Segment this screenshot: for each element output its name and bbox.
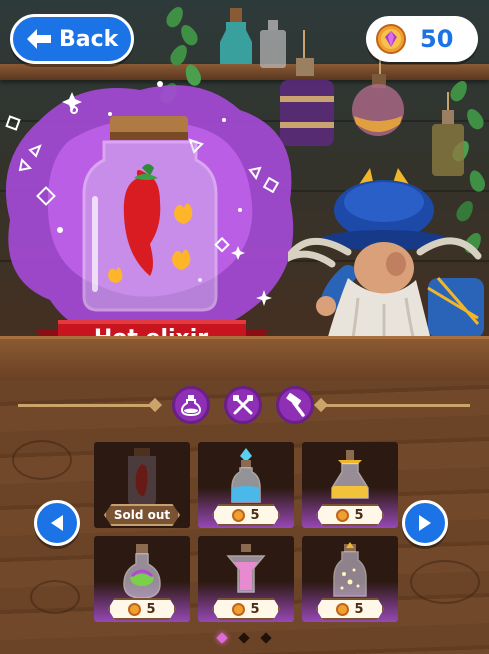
price-value: 5 [250, 507, 260, 523]
sold-out-label: Sold out [113, 508, 171, 522]
hanging-flask-red-icon [352, 50, 404, 136]
shop-counter [0, 336, 489, 380]
category-tools-button[interactable] [224, 386, 262, 424]
price-value: 5 [250, 601, 260, 617]
price-tag: 5 [108, 598, 176, 620]
price-tag: 5 [212, 504, 280, 526]
shop-slot-6[interactable]: 5 [302, 536, 398, 622]
next-page-button[interactable] [402, 500, 448, 546]
category-hammer-button[interactable] [276, 386, 314, 424]
chili-bottle-icon [128, 448, 156, 506]
golden-potion-icon [331, 450, 369, 499]
coin-balance: 50 [366, 16, 478, 62]
price-tag: 5 [316, 598, 384, 620]
blue-crystal-potion-icon [231, 448, 261, 503]
price-tag: 5 [316, 504, 384, 526]
category-potions-button[interactable] [172, 386, 210, 424]
back-label: Back [59, 26, 119, 52]
coin-icon [232, 602, 246, 616]
potion-flask-icon [180, 395, 202, 416]
green-bubble-potion-icon [123, 544, 161, 599]
coin-icon [232, 508, 246, 522]
hot-elixir-jar-icon [82, 116, 218, 312]
coin-count: 50 [420, 25, 454, 53]
gem-coin-icon [376, 24, 406, 54]
sparkle-potion-icon [333, 542, 367, 597]
page-dot-2[interactable] [238, 632, 250, 644]
coin-icon [336, 602, 350, 616]
price-value: 5 [354, 507, 364, 523]
hanging-bottle-amber-icon [432, 92, 464, 176]
prev-page-button[interactable] [34, 500, 80, 546]
coin-icon [128, 602, 142, 616]
page-dot-1[interactable] [216, 632, 228, 644]
shop-slot-3[interactable]: 5 [302, 442, 398, 528]
category-divider-left [18, 404, 158, 407]
page-indicator [214, 632, 274, 644]
coin-icon [336, 508, 350, 522]
price-value: 5 [146, 601, 156, 617]
shop-slot-4[interactable]: 5 [94, 536, 190, 622]
shop-slot-2[interactable]: 5 [198, 442, 294, 528]
price-tag: 5 [212, 598, 280, 620]
back-button[interactable]: Back [10, 14, 134, 64]
price-value: 5 [354, 601, 364, 617]
shop-slot-5[interactable]: 5 [198, 536, 294, 622]
triangle-left-icon [51, 515, 63, 531]
hammer-icon [286, 393, 305, 417]
shelf-bottle-teal-icon [220, 8, 252, 64]
crossed-tools-icon [233, 395, 253, 415]
triangle-right-icon [419, 515, 431, 531]
page-dot-3[interactable] [260, 632, 272, 644]
shop-slot-1[interactable]: Sold out [94, 442, 190, 528]
sold-out-badge: Sold out [104, 504, 180, 526]
category-divider-right [324, 404, 470, 407]
pink-potion-icon [226, 544, 266, 593]
arrow-left-icon [27, 29, 51, 49]
